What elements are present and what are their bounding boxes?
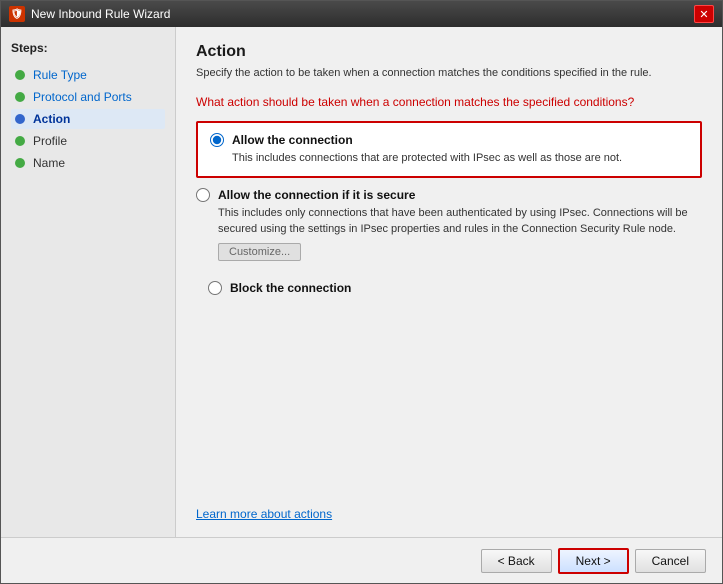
sidebar-label-name: Name [33,156,65,170]
step-dot-rule-type [15,70,25,80]
sidebar-label-protocol-ports: Protocol and Ports [33,90,132,104]
step-dot-action [15,114,25,124]
option-block-row: Block the connection [208,281,690,295]
option-allow-row: Allow the connection [210,133,688,147]
radio-allow-secure[interactable] [196,188,210,202]
sidebar-label-rule-type: Rule Type [33,68,87,82]
option-allow-box: Allow the connection This includes conne… [196,121,702,178]
option-block-label: Block the connection [230,281,351,295]
question-text: What action should be taken when a conne… [196,95,702,109]
steps-label: Steps: [11,41,165,55]
sidebar-item-rule-type[interactable]: Rule Type [11,65,165,85]
sidebar-item-protocol-ports[interactable]: Protocol and Ports [11,87,165,107]
sidebar-item-profile[interactable]: Profile [11,131,165,151]
window-title: New Inbound Rule Wizard [31,7,170,21]
customize-button[interactable]: Customize... [218,243,301,261]
step-dot-name [15,158,25,168]
radio-allow[interactable] [210,133,224,147]
option-allow-desc: This includes connections that are prote… [232,151,688,166]
sidebar-label-profile: Profile [33,134,67,148]
app-icon: 🛡 [9,6,25,22]
back-button[interactable]: < Back [481,549,552,573]
step-dot-protocol-ports [15,92,25,102]
next-button[interactable]: Next > [558,548,629,574]
page-title: Action [196,43,702,61]
page-description: Specify the action to be taken when a co… [196,67,702,79]
content-area: Steps: Rule Type Protocol and Ports Acti… [1,27,722,537]
option-allow-secure-row: Allow the connection if it is secure [196,188,702,202]
learn-more-link[interactable]: Learn more about actions [196,487,702,521]
sidebar: Steps: Rule Type Protocol and Ports Acti… [1,27,176,537]
option-allow-secure: Allow the connection if it is secure Thi… [196,188,702,261]
main-content: Action Specify the action to be taken wh… [176,27,722,537]
bottom-bar: < Back Next > Cancel [1,537,722,583]
sidebar-label-action: Action [33,112,70,126]
titlebar: 🛡 New Inbound Rule Wizard ✕ [1,1,722,27]
option-block: Block the connection [196,271,702,309]
wizard-window: 🛡 New Inbound Rule Wizard ✕ Steps: Rule … [0,0,723,584]
radio-block[interactable] [208,281,222,295]
options-area: Allow the connection This includes conne… [196,121,702,487]
option-allow-secure-desc: This includes only connections that have… [218,206,702,237]
option-allow-label: Allow the connection [232,133,353,147]
titlebar-left: 🛡 New Inbound Rule Wizard [9,6,170,22]
close-button[interactable]: ✕ [694,5,714,23]
sidebar-item-name[interactable]: Name [11,153,165,173]
sidebar-item-action[interactable]: Action [11,109,165,129]
step-dot-profile [15,136,25,146]
option-allow-secure-label: Allow the connection if it is secure [218,188,415,202]
cancel-button[interactable]: Cancel [635,549,706,573]
